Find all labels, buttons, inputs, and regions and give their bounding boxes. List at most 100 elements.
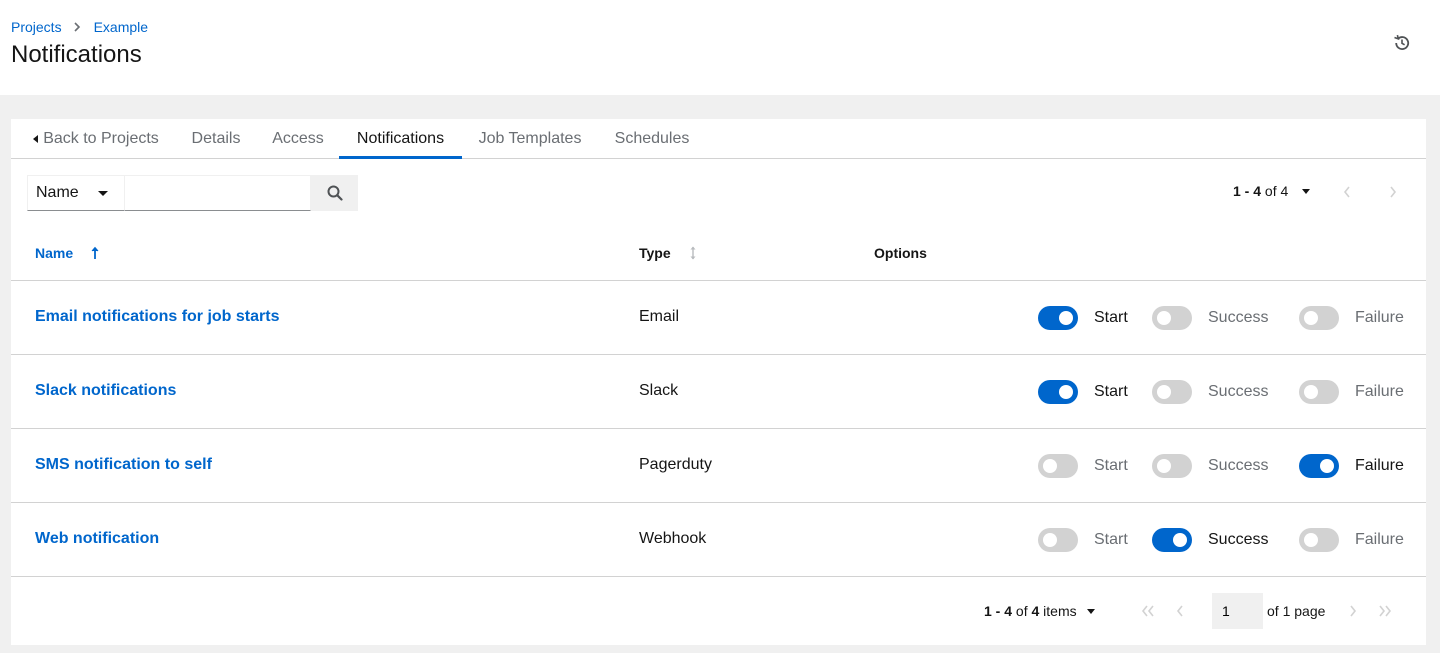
tab-label: Schedules bbox=[614, 130, 690, 147]
table-row: Email notifications for job starts Email… bbox=[11, 280, 1426, 354]
toggle-failure[interactable]: Failure bbox=[1299, 306, 1404, 330]
toggle-track bbox=[1299, 380, 1339, 404]
column-header-label: Type bbox=[639, 245, 671, 261]
tab-label: Back to Projects bbox=[43, 130, 159, 147]
toggle-failure[interactable]: Failure bbox=[1299, 454, 1404, 478]
caret-down-icon bbox=[1302, 188, 1311, 194]
toggle-knob bbox=[1043, 459, 1057, 473]
pager-total: of 4 bbox=[1261, 183, 1289, 199]
toggle-label: Start bbox=[1094, 531, 1128, 548]
notification-name-link[interactable]: Slack notifications bbox=[35, 382, 176, 400]
toggle-track bbox=[1299, 306, 1339, 330]
toggle-knob bbox=[1157, 311, 1171, 325]
angle-right-icon[interactable] bbox=[1345, 603, 1361, 619]
search-input[interactable] bbox=[125, 175, 311, 211]
breadcrumb: Projects Example bbox=[11, 19, 148, 35]
column-header-label: Options bbox=[874, 245, 927, 261]
notification-name-link[interactable]: Email notifications for job starts bbox=[35, 308, 279, 326]
column-header-type[interactable]: Type bbox=[639, 245, 697, 261]
toggle-track bbox=[1152, 380, 1192, 404]
toggle-track bbox=[1038, 454, 1078, 478]
toggle-label: Failure bbox=[1355, 531, 1404, 548]
history-icon[interactable] bbox=[1392, 33, 1412, 53]
pager-total: 4 bbox=[1031, 603, 1040, 619]
notification-name-link[interactable]: Web notification bbox=[35, 530, 159, 548]
toggle-track bbox=[1152, 528, 1192, 552]
tab-schedules[interactable]: Schedules bbox=[609, 119, 695, 159]
toggle-label: Success bbox=[1208, 383, 1269, 400]
toggle-knob bbox=[1157, 459, 1171, 473]
tab-label: Job Templates bbox=[478, 130, 582, 147]
toggle-knob bbox=[1157, 385, 1171, 399]
angle-double-right-icon[interactable] bbox=[1377, 603, 1393, 619]
search-icon bbox=[327, 185, 343, 201]
toggle-start[interactable]: Start bbox=[1038, 306, 1128, 330]
toggle-track bbox=[1299, 454, 1339, 478]
angle-double-left-icon[interactable] bbox=[1140, 603, 1156, 619]
notification-type: Slack bbox=[639, 382, 679, 399]
toggle-start[interactable]: Start bbox=[1038, 454, 1128, 478]
toggle-failure[interactable]: Failure bbox=[1299, 528, 1404, 552]
caret-down-icon bbox=[1086, 608, 1095, 614]
toggle-failure[interactable]: Failure bbox=[1299, 380, 1404, 404]
toggle-start[interactable]: Start bbox=[1038, 380, 1128, 404]
toggle-knob bbox=[1059, 311, 1073, 325]
pager-of: of bbox=[1012, 603, 1032, 619]
tab-label: Notifications bbox=[356, 130, 445, 147]
angle-right-icon[interactable] bbox=[1385, 184, 1401, 200]
column-header-name[interactable]: Name bbox=[35, 245, 99, 261]
column-header-options: Options bbox=[874, 245, 927, 261]
toggle-track bbox=[1038, 306, 1078, 330]
pagination-toggle-bottom[interactable]: 1 - 4 of 4 items bbox=[984, 603, 1095, 619]
toggle-success[interactable]: Success bbox=[1152, 454, 1268, 478]
pager-range: 1 - 4 bbox=[984, 603, 1013, 619]
notification-name-link[interactable]: SMS notification to self bbox=[35, 456, 212, 474]
toggle-success[interactable]: Success bbox=[1152, 528, 1268, 552]
tab-access[interactable]: Access bbox=[267, 119, 329, 159]
page-count-label: of 1 page bbox=[1267, 603, 1326, 619]
table-bottom-divider bbox=[11, 576, 1426, 577]
breadcrumb-example[interactable]: Example bbox=[94, 19, 148, 35]
table-row: SMS notification to self Pagerduty Start… bbox=[11, 428, 1426, 502]
toggle-track bbox=[1152, 454, 1192, 478]
toggle-label: Success bbox=[1208, 457, 1269, 474]
sort-ascending-icon bbox=[91, 246, 99, 259]
tab-back-to-projects[interactable]: Back to Projects bbox=[31, 119, 161, 159]
angle-left-icon[interactable] bbox=[1339, 184, 1355, 200]
column-header-label: Name bbox=[35, 245, 74, 261]
toggle-success[interactable]: Success bbox=[1152, 380, 1268, 404]
toggle-knob bbox=[1304, 533, 1318, 547]
tab-notifications[interactable]: Notifications bbox=[339, 119, 462, 159]
toggle-label: Success bbox=[1208, 309, 1269, 326]
toggle-track bbox=[1038, 380, 1078, 404]
toggle-knob bbox=[1059, 385, 1073, 399]
page-number-input[interactable] bbox=[1212, 593, 1263, 629]
pager-items: items bbox=[1039, 603, 1077, 619]
page-header: Projects Example Notifications bbox=[0, 0, 1440, 95]
toggle-knob bbox=[1304, 385, 1318, 399]
toggle-label: Start bbox=[1094, 383, 1128, 400]
breadcrumb-projects[interactable]: Projects bbox=[11, 19, 62, 35]
page-title: Notifications bbox=[11, 41, 142, 68]
toggle-label: Start bbox=[1094, 457, 1128, 474]
toggle-track bbox=[1152, 306, 1192, 330]
angle-left-icon[interactable] bbox=[1172, 603, 1188, 619]
tab-details[interactable]: Details bbox=[185, 119, 247, 159]
pagination-toggle-top[interactable]: 1 - 4 of 4 bbox=[1233, 183, 1311, 199]
toggle-track bbox=[1038, 528, 1078, 552]
toggle-knob bbox=[1173, 533, 1187, 547]
toggle-success[interactable]: Success bbox=[1152, 306, 1268, 330]
toggle-knob bbox=[1320, 459, 1334, 473]
pager-range: 1 - 4 bbox=[1233, 183, 1262, 199]
filter-field-label: Name bbox=[36, 184, 79, 201]
notification-type: Pagerduty bbox=[639, 456, 712, 473]
tab-job-templates[interactable]: Job Templates bbox=[473, 119, 587, 159]
toggle-start[interactable]: Start bbox=[1038, 528, 1128, 552]
filter-field-select[interactable]: Name bbox=[27, 175, 125, 211]
search-button[interactable] bbox=[311, 175, 358, 211]
tab-label: Details bbox=[191, 130, 241, 147]
chevron-right-icon bbox=[74, 22, 81, 32]
toggle-label: Failure bbox=[1355, 457, 1404, 474]
toggle-knob bbox=[1304, 311, 1318, 325]
sort-icon bbox=[690, 246, 696, 260]
